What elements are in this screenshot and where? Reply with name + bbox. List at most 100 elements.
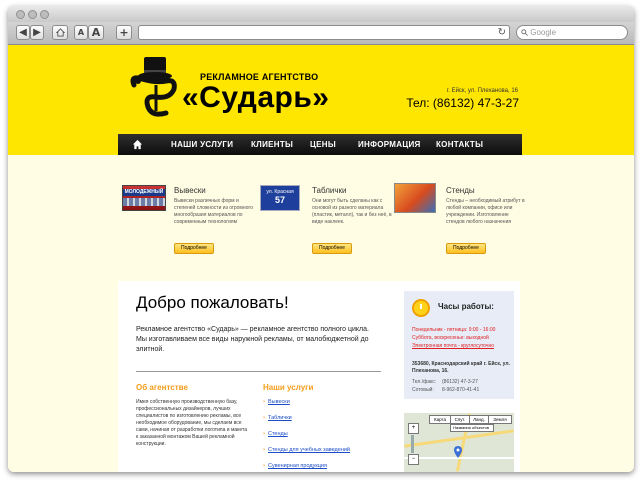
clock-icon (412, 299, 430, 317)
map-type-terrain-button[interactable]: Ланд. (469, 415, 489, 424)
text-smaller-button[interactable]: A (74, 25, 88, 40)
plus-icon: + (119, 26, 129, 39)
plates-title[interactable]: Таблички (312, 186, 346, 195)
hours-mobile-label: Сотовый: (412, 387, 434, 393)
services-list: › Вывески › Таблички › Стенды › Стенды для у… (263, 399, 373, 472)
site-header: РЕКЛАМНОЕ АГЕНТСТВО «Сударь» г. Ейск, ул… (8, 45, 634, 155)
about-text: Имея собственную производственную базу, … (136, 399, 248, 447)
hours-address: 353680, Краснодарский край г. Ейск, ул. … (412, 361, 510, 374)
main-menu: НАШИ УСЛУГИ КЛИЕНТЫ ЦЕНЫ ИНФОРМАЦИЯ КОНТ… (118, 134, 522, 155)
signs-thumbnail[interactable]: МОЛОДЕЖНЫЙ (122, 185, 166, 211)
stands-more-button[interactable]: Подробнее (446, 243, 486, 254)
main-content: Добро пожаловать! Рекламное агентство «С… (118, 281, 520, 472)
text-smaller-label: A (77, 28, 85, 37)
back-button[interactable]: ◀ (16, 25, 30, 40)
map-type-satellite-button[interactable]: Спут. (450, 415, 470, 424)
page-viewport: РЕКЛАМНОЕ АГЕНТСТВО «Сударь» г. Ейск, ул… (8, 45, 634, 472)
hours-weekend: Суббота, воскресенье: выходной (412, 335, 489, 341)
bullet-icon: › (263, 399, 265, 405)
our-services-title: Наши услуги (263, 383, 314, 392)
back-arrow-icon: ◀ (19, 27, 27, 38)
plates-thumbnail[interactable]: ул. Красная 57 (260, 185, 300, 211)
menu-item-contacts[interactable]: КОНТАКТЫ (436, 134, 483, 155)
reload-icon[interactable]: ↻ (498, 26, 506, 39)
minimize-window-button[interactable] (28, 10, 37, 19)
forward-arrow-icon: ▶ (33, 27, 41, 38)
service-link-label: Стенды для учебных заведений (268, 447, 351, 453)
map-type-earth-button[interactable]: Земля (488, 415, 512, 424)
map-road (404, 429, 514, 448)
about-title: Об агентстве (136, 383, 188, 392)
service-link-school-stands[interactable]: › Стенды для учебных заведений (263, 447, 373, 463)
hours-mobile-row: Сотовый: 8-962-870-41-41 (412, 387, 479, 393)
zoom-in-icon[interactable]: + (408, 423, 419, 434)
map-labels-checkbox[interactable]: Названия объектов (450, 424, 494, 432)
title-bar (8, 6, 634, 22)
hours-mobile-value: 8-962-870-41-41 (442, 387, 480, 393)
hours-weekdays: Понедельник - пятница: 9:00 - 16:00 (412, 327, 496, 333)
menu-item-clients[interactable]: КЛИЕНТЫ (251, 134, 293, 155)
signs-title[interactable]: Вывески (174, 186, 206, 195)
bullet-icon: › (263, 463, 265, 469)
service-link-plates[interactable]: › Таблички (263, 415, 373, 431)
text-bigger-button[interactable]: A (88, 25, 104, 40)
content-divider (136, 371, 381, 372)
menu-item-prices[interactable]: ЦЕНЫ (310, 134, 336, 155)
bullet-icon: › (263, 415, 265, 421)
map-zoom-control[interactable]: + − (408, 423, 419, 465)
zoom-slider[interactable] (411, 435, 414, 453)
signs-more-button[interactable]: Подробнее (174, 243, 214, 254)
plates-description: Они могут быть сделаны как с основой из … (312, 198, 392, 225)
stands-thumbnail[interactable] (394, 183, 436, 213)
signs-thumbnail-text: МОЛОДЕЖНЫЙ (123, 189, 165, 196)
service-stands: Стенды Стенды – необходимый атрибут в лю… (394, 183, 525, 265)
plates-more-button[interactable]: Подробнее (312, 243, 352, 254)
page-title: Добро пожаловать! (136, 293, 289, 312)
home-icon (55, 28, 65, 37)
top-hat-logo-icon[interactable] (126, 51, 188, 123)
map-type-map-button[interactable]: Карта (429, 415, 451, 424)
service-link-label: Сувенирная продукция (268, 463, 327, 469)
bullet-icon: › (263, 447, 265, 453)
home-button[interactable] (52, 25, 68, 40)
stands-title[interactable]: Стенды (446, 186, 475, 195)
intro-text: Рекламное агентство «Сударь» — рекламное… (136, 326, 369, 353)
service-link-label: Вывески (268, 399, 290, 405)
browser-toolbar: ◀ ▶ A A + ↻ Google (8, 22, 634, 45)
service-plates: ул. Красная 57 Таблички Они могут быть с… (260, 185, 392, 265)
bullet-icon: › (263, 431, 265, 437)
service-signs: МОЛОДЕЖНЫЙ Вывески Вывески различных фор… (122, 185, 253, 265)
service-link-signs[interactable]: › Вывески (263, 399, 373, 415)
search-placeholder: Google (530, 28, 557, 37)
hours-title: Часы работы: (438, 302, 494, 311)
agency-name[interactable]: «Сударь» (182, 81, 329, 115)
hours-email[interactable]: Электронная почта - круглосуточно (412, 343, 494, 349)
zoom-out-icon[interactable]: − (408, 454, 419, 465)
hours-tel-value: (86132) 47-3-27 (442, 379, 478, 385)
add-bookmark-button[interactable]: + (116, 25, 132, 40)
address-bar[interactable]: ↻ (138, 25, 510, 40)
working-hours-panel: Часы работы: Понедельник - пятница: 9:00… (404, 291, 514, 399)
service-link-label: Стенды (268, 431, 288, 437)
search-icon (521, 29, 528, 36)
service-link-stands[interactable]: › Стенды (263, 431, 373, 447)
menu-item-information[interactable]: ИНФОРМАЦИЯ (358, 134, 421, 155)
service-link-souvenirs[interactable]: › Сувенирная продукция (263, 463, 373, 472)
home-icon[interactable] (132, 139, 143, 150)
header-address: г. Ейск, ул. Плеханова, 16 (446, 88, 518, 94)
hours-tel-label: Тел./факс: (412, 379, 437, 385)
browser-window: ◀ ▶ A A + ↻ Google РЕКЛАМНОЕ АГЕНТСТВО «… (8, 6, 634, 472)
location-map[interactable]: + − Карта Спут. Ланд. Земля Названия объ… (404, 413, 514, 472)
map-pin-icon[interactable] (454, 446, 462, 458)
text-bigger-label: A (91, 26, 101, 39)
hours-tel-row: Тел./факс: (86132) 47-3-27 (412, 379, 478, 385)
plates-thumbnail-number: 57 (274, 195, 285, 205)
signs-description: Вывески различных форм и степеней сложно… (174, 198, 253, 225)
header-phone: Тел: (86132) 47-3-27 (406, 96, 519, 110)
close-window-button[interactable] (16, 10, 25, 19)
search-field[interactable]: Google (516, 25, 628, 40)
menu-item-services[interactable]: НАШИ УСЛУГИ (171, 134, 233, 155)
stands-description: Стенды – необходимый атрибут в любой ком… (446, 198, 525, 225)
forward-button[interactable]: ▶ (30, 25, 44, 40)
zoom-window-button[interactable] (40, 10, 49, 19)
